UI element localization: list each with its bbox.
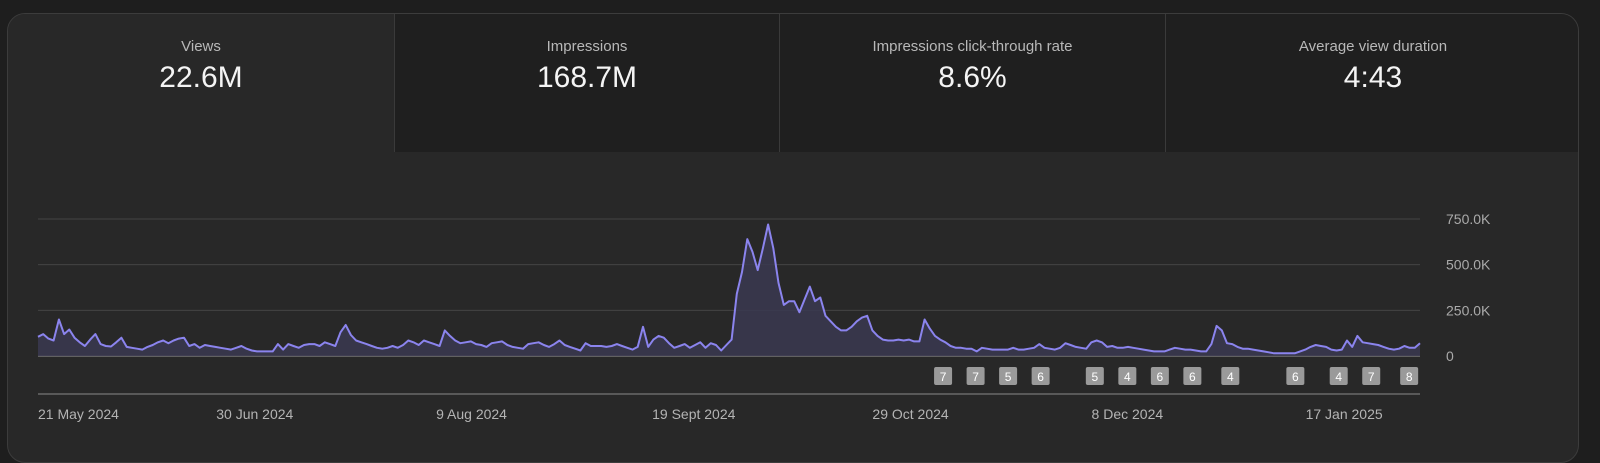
gridlines	[38, 218, 1420, 357]
y-tick-label: 0	[1446, 348, 1454, 364]
marker-count: 4	[1335, 370, 1342, 384]
x-tick-label: 19 Sept 2024	[652, 406, 736, 422]
x-tick-label: 29 Oct 2024	[872, 406, 948, 422]
video-marker[interactable]: 5	[1085, 367, 1104, 385]
video-marker[interactable]: 6	[1150, 367, 1169, 385]
x-tick-label: 21 May 2024	[38, 406, 119, 422]
x-tick-label: 9 Aug 2024	[436, 406, 507, 422]
x-tick-label: 8 Dec 2024	[1092, 406, 1164, 422]
marker-count: 4	[1227, 370, 1234, 384]
video-marker[interactable]: 4	[1329, 367, 1348, 385]
video-marker[interactable]: 8	[1400, 367, 1419, 385]
marker-count: 7	[1368, 370, 1375, 384]
marker-count: 6	[1037, 370, 1044, 384]
views-series-line	[37, 223, 1421, 355]
marker-count: 6	[1157, 370, 1164, 384]
marker-count: 5	[1091, 370, 1098, 384]
views-line-chart[interactable]: 750.0K 500.0K 250.0K 0 21 May 2024 30 Jun 20…	[8, 14, 1579, 450]
marker-count: 7	[972, 370, 979, 384]
y-tick-label: 250.0K	[1446, 302, 1491, 318]
marker-count: 7	[940, 370, 947, 384]
video-marker[interactable]: 4	[1221, 367, 1240, 385]
video-marker[interactable]: 7	[1362, 367, 1381, 385]
analytics-card: Views 22.6M Impressions 168.7M Impressio…	[7, 13, 1579, 463]
y-tick-label: 500.0K	[1446, 257, 1491, 273]
marker-count: 6	[1292, 370, 1299, 384]
video-marker[interactable]: 4	[1118, 367, 1137, 385]
marker-count: 5	[1005, 370, 1012, 384]
x-tick-label: 30 Jun 2024	[216, 406, 293, 422]
marker-count: 6	[1189, 370, 1196, 384]
video-markers: 7 7 5 6 5 4 6 6 4 6 4 7 8	[934, 367, 1419, 385]
video-marker[interactable]: 6	[1183, 367, 1202, 385]
y-axis-labels: 750.0K 500.0K 250.0K 0	[1446, 211, 1491, 364]
video-marker[interactable]: 6	[1031, 367, 1050, 385]
x-axis-labels: 21 May 2024 30 Jun 2024 9 Aug 2024 19 Sept …	[38, 406, 1383, 422]
marker-count: 8	[1406, 370, 1413, 384]
video-marker[interactable]: 6	[1286, 367, 1305, 385]
video-marker[interactable]: 7	[966, 367, 985, 385]
x-tick-label: 17 Jan 2025	[1306, 406, 1383, 422]
marker-count: 4	[1124, 370, 1131, 384]
video-marker[interactable]: 5	[999, 367, 1018, 385]
video-marker[interactable]: 7	[934, 367, 953, 385]
y-tick-label: 750.0K	[1446, 211, 1491, 227]
